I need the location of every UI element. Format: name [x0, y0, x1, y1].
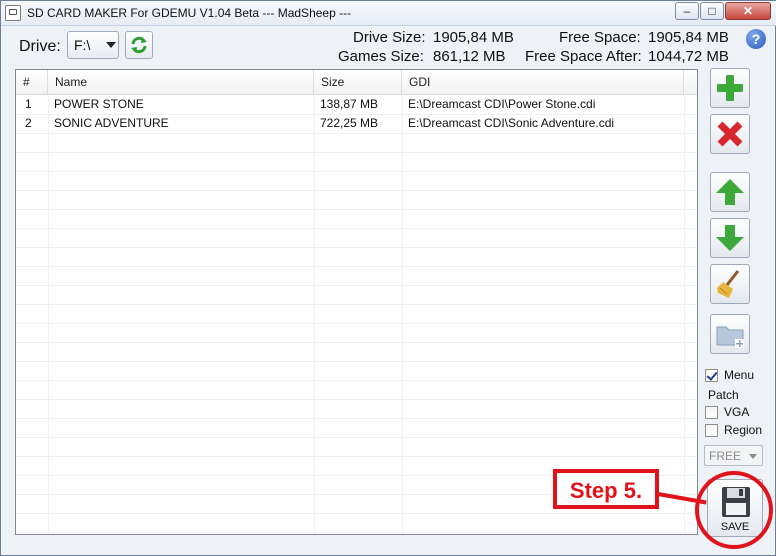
annotation-step-text: Step 5.	[569, 478, 643, 503]
row-gridline	[16, 323, 697, 324]
row-size: 722,25 MB	[320, 116, 379, 130]
annotation-step-box: Step 5.	[553, 469, 659, 509]
free-space-value: 1905,84 MB	[648, 29, 729, 46]
vga-checkbox[interactable]	[705, 406, 718, 419]
table-row[interactable]: 1 POWER STONE 138,87 MB E:\Dreamcast CDI…	[16, 95, 697, 114]
drive-size-label: Drive Size:	[353, 29, 426, 46]
row-gridline	[16, 133, 697, 134]
row-gridline	[16, 418, 697, 419]
minimize-icon: –	[683, 4, 691, 18]
close-button[interactable]: ✕	[725, 2, 771, 20]
move-up-button[interactable]	[710, 172, 750, 212]
menu-label: Menu	[724, 368, 755, 382]
chevron-down-icon	[106, 42, 116, 48]
clean-button[interactable]	[710, 264, 750, 304]
region-select[interactable]: FREE	[704, 445, 763, 466]
add-icon	[717, 75, 743, 101]
add-button[interactable]	[710, 68, 750, 108]
games-size-value: 861,12 MB	[433, 48, 506, 65]
minimize-button[interactable]: –	[675, 2, 699, 20]
row-name: POWER STONE	[54, 97, 144, 111]
column-divider	[314, 94, 315, 534]
free-space-after-label: Free Space After:	[525, 48, 642, 65]
column-header-number[interactable]: #	[16, 70, 48, 94]
drive-select-value: F:\	[74, 37, 91, 53]
close-icon: ✕	[742, 4, 754, 18]
drive-label: Drive:	[19, 38, 61, 55]
remove-button[interactable]	[710, 114, 750, 154]
refresh-icon	[131, 36, 147, 54]
region-select-value: FREE	[709, 449, 742, 463]
row-gdi: E:\Dreamcast CDI\Power Stone.cdi	[408, 97, 596, 111]
help-icon[interactable]: ?	[746, 29, 766, 49]
games-list[interactable]: # Name Size GDI 1 POWER STONE 138,87 MB …	[15, 69, 698, 535]
app-icon	[5, 5, 21, 21]
region-checkbox[interactable]	[705, 424, 718, 437]
row-gridline	[16, 304, 697, 305]
row-gridline	[16, 190, 697, 191]
column-divider	[48, 94, 49, 534]
column-header-size[interactable]: Size	[314, 70, 402, 94]
add-folder-icon	[716, 326, 744, 348]
row-gridline	[16, 171, 697, 172]
drive-select[interactable]: F:\	[67, 31, 119, 59]
row-gridline	[16, 152, 697, 153]
table-row[interactable]: 2 SONIC ADVENTURE 722,25 MB E:\Dreamcast…	[16, 114, 697, 133]
move-down-button[interactable]	[710, 218, 750, 258]
row-gridline	[16, 266, 697, 267]
column-header-name[interactable]: Name	[48, 70, 314, 94]
region-label: Region	[724, 423, 763, 437]
row-size: 138,87 MB	[320, 97, 379, 111]
list-header: # Name Size GDI	[16, 70, 697, 95]
window-title: SD CARD MAKER For GDEMU V1.04 Beta --- M…	[27, 6, 352, 20]
row-number: 1	[25, 97, 32, 111]
move-up-icon	[716, 179, 744, 205]
row-gridline	[16, 247, 697, 248]
menu-checkbox[interactable]	[705, 369, 718, 382]
row-number: 2	[25, 116, 32, 130]
column-divider	[402, 94, 403, 534]
row-gridline	[16, 342, 697, 343]
row-gridline	[16, 437, 697, 438]
row-gridline	[16, 513, 697, 514]
move-down-icon	[716, 225, 744, 251]
patch-label: Patch	[708, 388, 739, 402]
row-gridline	[16, 361, 697, 362]
column-divider	[684, 94, 685, 534]
row-gridline	[16, 228, 697, 229]
refresh-button[interactable]	[125, 31, 153, 59]
row-gridline	[16, 456, 697, 457]
row-gridline	[16, 285, 697, 286]
app-window: SD CARD MAKER For GDEMU V1.04 Beta --- M…	[0, 0, 776, 556]
row-gridline	[16, 532, 697, 533]
free-space-after-value: 1044,72 MB	[648, 48, 729, 65]
add-folder-button[interactable]	[710, 314, 750, 354]
row-gridline	[16, 399, 697, 400]
row-gdi: E:\Dreamcast CDI\Sonic Adventure.cdi	[408, 116, 615, 130]
chevron-down-icon	[749, 454, 757, 459]
drive-size-value: 1905,84 MB	[433, 29, 514, 46]
free-space-label: Free Space:	[559, 29, 641, 46]
vga-label: VGA	[724, 405, 750, 419]
maximize-button[interactable]: □	[700, 2, 724, 20]
remove-icon	[717, 121, 743, 147]
clean-broom-icon	[717, 270, 740, 298]
row-gridline	[16, 209, 697, 210]
games-size-label: Games Size:	[338, 48, 424, 65]
maximize-icon: □	[708, 4, 716, 18]
annotation-highlight-circle	[695, 471, 773, 549]
title-bar: SD CARD MAKER For GDEMU V1.04 Beta --- M…	[1, 1, 776, 26]
row-gridline	[16, 380, 697, 381]
column-header-gdi[interactable]: GDI	[402, 70, 684, 94]
row-name: SONIC ADVENTURE	[54, 116, 169, 130]
